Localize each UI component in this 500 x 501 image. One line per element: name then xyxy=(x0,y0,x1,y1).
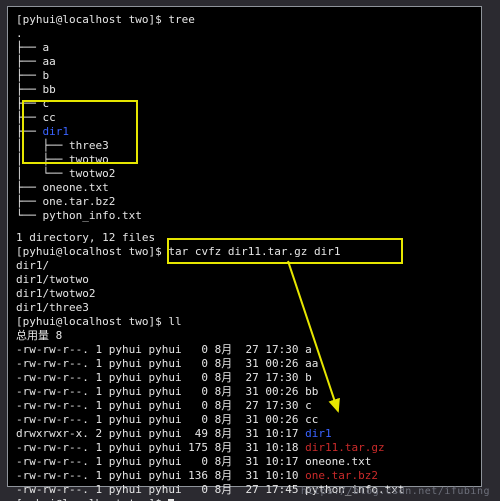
terminal-line: ├── oneone.txt xyxy=(16,181,473,195)
terminal-line: ├── bb xyxy=(16,83,473,97)
terminal-line: dir1/twotwo2 xyxy=(16,287,473,301)
file-listing-row: -rw-rw-r--. 1 pyhui pyhui 0 8月 31 00:26 … xyxy=(16,385,473,399)
file-listing-row: -rw-rw-r--. 1 pyhui pyhui 0 8月 31 00:26 … xyxy=(16,413,473,427)
terminal-content: [pyhui@localhost two]$ tree.├── a├── aa├… xyxy=(16,13,473,501)
terminal[interactable]: [pyhui@localhost two]$ tree.├── a├── aa├… xyxy=(7,6,482,487)
terminal-line: │ ├── three3 xyxy=(16,139,473,153)
watermark: https://blog.csdn.net/ifubing xyxy=(301,486,490,497)
terminal-line: dir1/twotwo xyxy=(16,273,473,287)
file-listing-row: -rw-rw-r--. 1 pyhui pyhui 0 8月 27 17:30 … xyxy=(16,371,473,385)
terminal-line: [pyhui@localhost two]$ tar cvfz dir11.ta… xyxy=(16,245,473,259)
file-listing-row: -rw-rw-r--. 1 pyhui pyhui 0 8月 31 00:26 … xyxy=(16,357,473,371)
terminal-line: └── python_info.txt xyxy=(16,209,473,223)
terminal-line: ├── dir1 xyxy=(16,125,473,139)
terminal-line: dir1/three3 xyxy=(16,301,473,315)
terminal-line: 总用量 8 xyxy=(16,329,473,343)
terminal-line: . xyxy=(16,27,473,41)
terminal-line: [pyhui@localhost two]$ ll xyxy=(16,315,473,329)
file-listing-row: drwxrwxr-x. 2 pyhui pyhui 49 8月 31 10:17… xyxy=(16,427,473,441)
file-listing-row: -rw-rw-r--. 1 pyhui pyhui 136 8月 31 10:1… xyxy=(16,469,473,483)
terminal-line: [pyhui@localhost two]$ xyxy=(16,497,473,501)
terminal-line: [pyhui@localhost two]$ tree xyxy=(16,13,473,27)
terminal-line: dir1/ xyxy=(16,259,473,273)
terminal-line: │ ├── twotwo xyxy=(16,153,473,167)
terminal-line: ├── one.tar.bz2 xyxy=(16,195,473,209)
file-listing-row: -rw-rw-r--. 1 pyhui pyhui 0 8月 27 17:30 … xyxy=(16,399,473,413)
terminal-line: ├── cc xyxy=(16,111,473,125)
terminal-line: ├── c xyxy=(16,97,473,111)
file-listing-row: -rw-rw-r--. 1 pyhui pyhui 175 8月 31 10:1… xyxy=(16,441,473,455)
terminal-line: │ └── twotwo2 xyxy=(16,167,473,181)
terminal-line: 1 directory, 12 files xyxy=(16,231,473,245)
file-listing-row: -rw-rw-r--. 1 pyhui pyhui 0 8月 27 17:30 … xyxy=(16,343,473,357)
terminal-line: ├── aa xyxy=(16,55,473,69)
terminal-line: ├── b xyxy=(16,69,473,83)
file-listing-row: -rw-rw-r--. 1 pyhui pyhui 0 8月 31 10:17 … xyxy=(16,455,473,469)
terminal-line: ├── a xyxy=(16,41,473,55)
